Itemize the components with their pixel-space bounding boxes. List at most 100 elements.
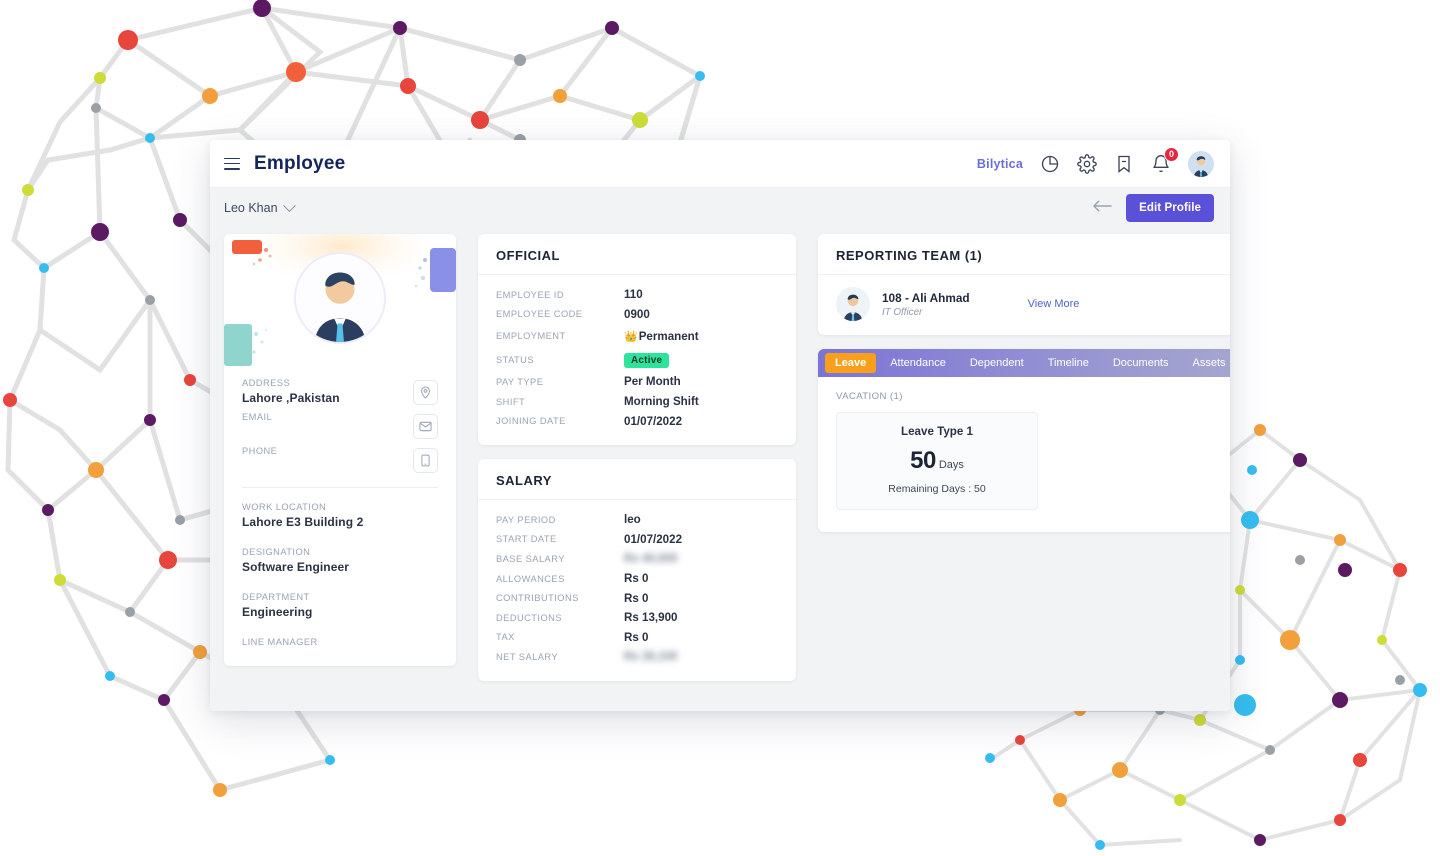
leave-tile[interactable]: Leave Type 1 50 Days Remaining Days : 50 bbox=[836, 412, 1038, 510]
email-field: EMAIL bbox=[242, 412, 438, 441]
official-row-value: 👑 Permanent bbox=[624, 329, 699, 343]
line-manager-field: LINE MANAGER bbox=[242, 637, 438, 647]
official-row-label: EMPLOYEE ID bbox=[496, 289, 564, 300]
official-row-label: SHIFT bbox=[496, 396, 526, 407]
page-title: Employee bbox=[254, 152, 346, 174]
official-row-value: 110 bbox=[624, 288, 643, 302]
line-manager-label: LINE MANAGER bbox=[242, 637, 318, 647]
arrow-left-icon[interactable] bbox=[1093, 199, 1112, 218]
salary-row-label: PAY PERIOD bbox=[496, 514, 556, 525]
work-location-field: WORK LOCATION Lahore E3 Building 2 bbox=[242, 502, 438, 529]
salary-row-value: Rs 0 bbox=[624, 591, 649, 605]
bell-icon[interactable]: 0 bbox=[1151, 146, 1179, 174]
app-window: Employee Bilytica 0 Leo Khan Edit Profil… bbox=[210, 140, 1230, 711]
official-row-value: 0900 bbox=[624, 307, 650, 321]
salary-row: DEDUCTIONS Rs 13,900 bbox=[496, 608, 778, 628]
salary-row: BASE SALARY Rs 40,000 bbox=[496, 549, 778, 569]
salary-row-label: TAX bbox=[496, 632, 515, 643]
tab-assets[interactable]: Assets bbox=[1183, 353, 1231, 373]
official-row-value: Active bbox=[624, 352, 670, 368]
team-and-tabs-column: REPORTING TEAM (1) 108 - Ali Ahmad IT Of… bbox=[818, 234, 1230, 697]
leave-days-value: 50 bbox=[910, 447, 936, 474]
salary-row: PAY PERIOD leo bbox=[496, 510, 778, 530]
official-row-label: JOINING DATE bbox=[496, 416, 566, 427]
salary-row: NET SALARY Rs 26,100 bbox=[496, 647, 778, 667]
gear-icon[interactable] bbox=[1077, 153, 1097, 174]
salary-row-value: 01/07/2022 bbox=[624, 532, 683, 546]
phone-field: PHONE bbox=[242, 446, 438, 475]
official-card-title: OFFICIAL bbox=[478, 234, 796, 275]
salary-row-label: NET SALARY bbox=[496, 651, 559, 662]
top-bar-actions: Bilytica 0 bbox=[976, 146, 1214, 177]
address-label: ADDRESS bbox=[242, 378, 291, 388]
salary-card-title: SALARY bbox=[478, 459, 796, 500]
tab-leave[interactable]: Leave bbox=[825, 353, 877, 373]
tab-timeline[interactable]: Timeline bbox=[1038, 353, 1099, 373]
salary-row-label: ALLOWANCES bbox=[496, 573, 565, 584]
salary-row: CONTRIBUTIONS Rs 0 bbox=[496, 588, 778, 608]
email-label: EMAIL bbox=[242, 412, 273, 422]
edit-profile-button[interactable]: Edit Profile bbox=[1126, 194, 1214, 222]
leave-type-label: Leave Type 1 bbox=[901, 425, 973, 438]
official-row-value: Per Month bbox=[624, 375, 681, 389]
vacation-section-label: VACATION (1) bbox=[836, 391, 903, 402]
official-row: EMPLOYMENT 👑 Permanent bbox=[496, 324, 778, 348]
profile-card: ADDRESS Lahore ,Pakistan EMAIL PHONE WOR… bbox=[224, 234, 456, 666]
official-rows: EMPLOYEE ID 110 EMPLOYEE CODE 0900 EMPLOYMEN… bbox=[478, 275, 796, 445]
designation-field: DESIGNATION Software Engineer bbox=[242, 547, 438, 574]
official-card: OFFICIAL EMPLOYEE ID 110 EMPLOYEE CODE 0900… bbox=[478, 234, 796, 445]
salary-row-value-redacted: Rs 40,000 bbox=[624, 552, 678, 566]
address-field: ADDRESS Lahore ,Pakistan bbox=[242, 378, 438, 407]
avatar bbox=[294, 252, 386, 344]
leave-days-unit: Days bbox=[938, 459, 964, 471]
department-label: DEPARTMENT bbox=[242, 592, 310, 602]
salary-row: ALLOWANCES Rs 0 bbox=[496, 569, 778, 589]
salary-row-value: leo bbox=[624, 513, 641, 527]
salary-rows: PAY PERIOD leo START DATE 01/07/2022 BASE SA… bbox=[478, 500, 796, 681]
official-row-label: EMPLOYEE CODE bbox=[496, 309, 583, 320]
employee-selector[interactable]: Leo Khan bbox=[224, 198, 296, 215]
location-pin-icon[interactable] bbox=[413, 380, 438, 405]
envelope-icon[interactable] bbox=[413, 414, 438, 439]
tab-dependent[interactable]: Dependent bbox=[960, 353, 1034, 373]
official-row: PAY TYPE Per Month bbox=[496, 372, 778, 392]
official-row: EMPLOYEE CODE 0900 bbox=[496, 305, 778, 325]
contact-fields: ADDRESS Lahore ,Pakistan EMAIL PHONE bbox=[224, 366, 456, 475]
brand-label: Bilytica bbox=[976, 156, 1023, 171]
official-row: STATUS Active bbox=[496, 348, 778, 372]
chevron-down-icon bbox=[282, 198, 296, 212]
user-avatar[interactable] bbox=[1188, 150, 1214, 177]
profile-column: ADDRESS Lahore ,Pakistan EMAIL PHONE WOR… bbox=[224, 234, 456, 697]
salary-row-label: BASE SALARY bbox=[496, 553, 565, 564]
hamburger-icon[interactable] bbox=[224, 157, 240, 170]
tabs-card: Leave Attendance Dependent Timeline Document… bbox=[818, 349, 1230, 532]
salary-row-value: Rs 13,900 bbox=[624, 611, 678, 625]
tab-documents[interactable]: Documents bbox=[1103, 353, 1179, 373]
reporting-team-title: REPORTING TEAM (1) bbox=[818, 234, 1230, 275]
view-more-link[interactable]: View More bbox=[1028, 298, 1080, 310]
designation-value: Software Engineer bbox=[242, 560, 350, 574]
details-column: OFFICIAL EMPLOYEE ID 110 EMPLOYEE CODE 0900… bbox=[478, 234, 796, 697]
salary-row-value: Rs 0 bbox=[624, 630, 649, 644]
salary-row-label: START DATE bbox=[496, 534, 557, 545]
phone-icon[interactable] bbox=[413, 448, 438, 473]
work-location-value: Lahore E3 Building 2 bbox=[242, 515, 364, 529]
salary-row-value-redacted: Rs 26,100 bbox=[624, 650, 678, 664]
official-row-value: Morning Shift bbox=[624, 395, 699, 409]
leave-remaining-text: Remaining Days : 50 bbox=[888, 483, 986, 495]
bookmark-icon[interactable] bbox=[1114, 154, 1134, 174]
address-value: Lahore ,Pakistan bbox=[242, 391, 340, 405]
screenshot-root: Employee Bilytica 0 Leo Khan Edit Profil… bbox=[0, 0, 1440, 856]
team-member-name: 108 - Ali Ahmad bbox=[882, 290, 970, 305]
employee-selector-label: Leo Khan bbox=[224, 201, 278, 215]
salary-card: SALARY PAY PERIOD leo START DATE 01/07/2022… bbox=[478, 458, 796, 681]
pie-chart-icon[interactable] bbox=[1040, 154, 1060, 174]
profile-hero-banner bbox=[224, 234, 456, 366]
crown-icon: 👑 bbox=[624, 330, 638, 343]
leave-panel: VACATION (1) Leave Type 1 50 Days Remaini… bbox=[818, 377, 1230, 532]
reporting-team-card: REPORTING TEAM (1) 108 - Ali Ahmad IT Of… bbox=[818, 234, 1230, 335]
tab-attendance[interactable]: Attendance bbox=[880, 353, 956, 373]
team-member-row[interactable]: 108 - Ali Ahmad IT Officer View More bbox=[818, 275, 1230, 335]
official-row: JOINING DATE 01/07/2022 bbox=[496, 411, 778, 431]
sub-bar: Leo Khan Edit Profile bbox=[210, 188, 1230, 228]
